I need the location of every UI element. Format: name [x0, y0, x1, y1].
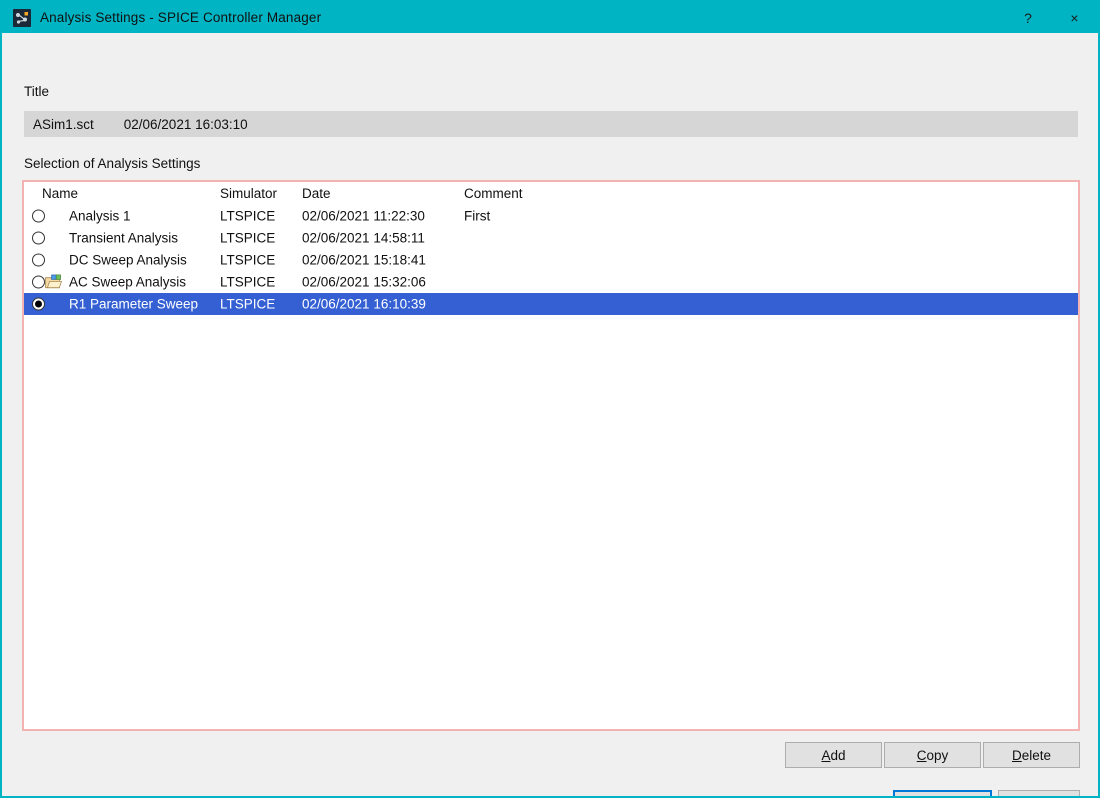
row-comment: First — [464, 208, 491, 224]
ok-button[interactable]: OK — [893, 790, 992, 796]
add-button-suffix: dd — [830, 747, 846, 763]
copy-button-suffix: opy — [926, 747, 949, 763]
selection-group-label: Selection of Analysis Settings — [24, 156, 201, 171]
row-name: DC Sweep Analysis — [69, 252, 187, 268]
add-button[interactable]: Add — [785, 742, 882, 768]
row-date: 02/06/2021 15:18:41 — [302, 252, 426, 268]
window-title: Analysis Settings - SPICE Controller Man… — [40, 10, 322, 25]
row-name: R1 Parameter Sweep — [69, 296, 199, 312]
dialog-body: Title ASim1.sct 02/06/2021 16:03:10 Sele… — [2, 33, 1098, 796]
close-icon[interactable]: × — [1051, 2, 1098, 33]
row-simulator: LTSPICE — [220, 252, 276, 268]
add-button-mnemonic: A — [821, 747, 831, 763]
table-row[interactable]: R1 Parameter Sweep LTSPICE 02/06/2021 16… — [24, 293, 1078, 315]
row-radio-button[interactable] — [32, 231, 45, 245]
row-date: 02/06/2021 11:22:30 — [302, 208, 425, 224]
row-name: Transient Analysis — [69, 230, 179, 246]
title-bar-buttons: ? × — [1005, 2, 1098, 33]
analysis-settings-dialog: Analysis Settings - SPICE Controller Man… — [0, 0, 1100, 798]
title-bar[interactable]: Analysis Settings - SPICE Controller Man… — [2, 2, 1098, 33]
help-button[interactable]: ? — [1005, 2, 1051, 33]
row-radio-button[interactable] — [32, 253, 45, 267]
copy-button[interactable]: Copy — [884, 742, 981, 768]
copy-button-mnemonic: C — [916, 747, 927, 763]
spice-controller-app-icon — [13, 8, 31, 27]
row-simulator: LTSPICE — [220, 208, 276, 224]
row-simulator: LTSPICE — [220, 274, 276, 290]
row-date: 02/06/2021 16:10:39 — [302, 296, 426, 312]
row-radio-button[interactable] — [32, 275, 45, 289]
table-row[interactable]: AC Sweep Analysis LTSPICE 02/06/2021 15:… — [24, 271, 1078, 293]
row-name: Analysis 1 — [69, 208, 131, 224]
delete-button-suffix: elete — [1021, 747, 1052, 763]
column-header-comment[interactable]: Comment — [464, 186, 523, 201]
table-row[interactable]: Analysis 1 LTSPICE 02/06/2021 11:22:30 F… — [24, 205, 1078, 227]
title-timestamp: 02/06/2021 16:03:10 — [123, 116, 248, 132]
list-rows: Analysis 1 LTSPICE 02/06/2021 11:22:30 F… — [24, 205, 1078, 315]
column-header-simulator[interactable]: Simulator — [220, 186, 277, 201]
row-simulator: LTSPICE — [220, 296, 276, 312]
title-readonly-field: ASim1.sct 02/06/2021 16:03:10 — [24, 111, 1078, 137]
row-date: 02/06/2021 14:58:11 — [302, 230, 425, 246]
row-date: 02/06/2021 15:32:06 — [302, 274, 426, 290]
row-simulator: LTSPICE — [220, 230, 276, 246]
table-row[interactable]: DC Sweep Analysis LTSPICE 02/06/2021 15:… — [24, 249, 1078, 271]
row-radio-button[interactable] — [32, 297, 45, 311]
analysis-settings-list[interactable]: Name Simulator Date Comment Analysis 1 L… — [22, 180, 1080, 731]
row-name: AC Sweep Analysis — [69, 274, 187, 290]
title-group-label: Title — [24, 84, 50, 99]
title-file-name: ASim1.sct — [33, 116, 94, 132]
list-header: Name Simulator Date Comment — [24, 182, 1078, 205]
table-row[interactable]: Transient Analysis LTSPICE 02/06/2021 14… — [24, 227, 1078, 249]
column-header-name[interactable]: Name — [42, 186, 78, 201]
delete-button-mnemonic: D — [1011, 747, 1022, 763]
open-folder-icon — [45, 274, 62, 290]
column-header-date[interactable]: Date — [302, 186, 331, 201]
delete-button[interactable]: Delete — [983, 742, 1080, 768]
cancel-button[interactable]: Cancel — [998, 790, 1080, 796]
row-radio-button[interactable] — [32, 209, 45, 223]
